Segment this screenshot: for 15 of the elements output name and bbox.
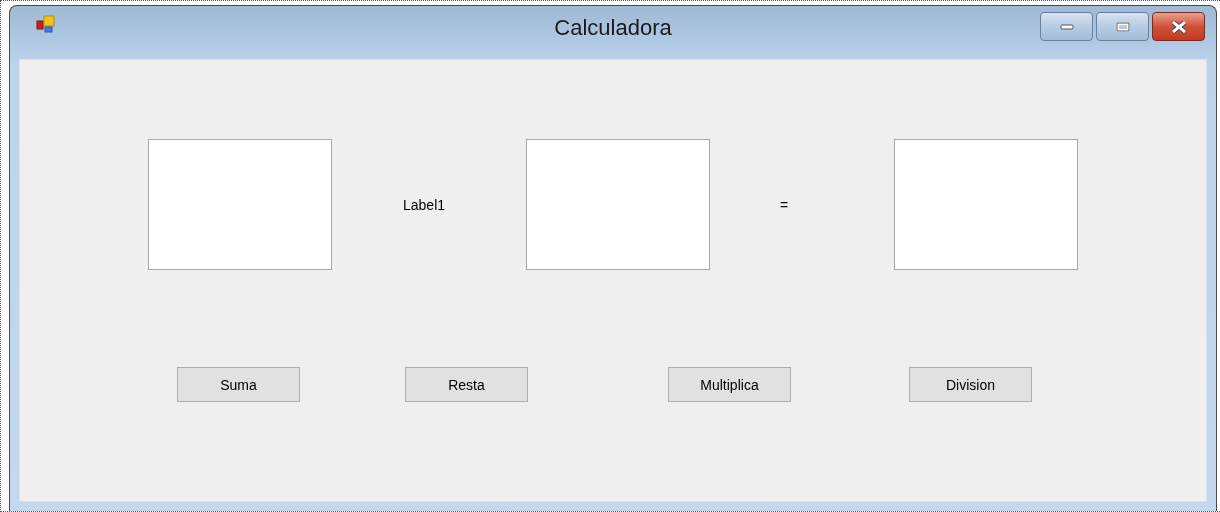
input-field[interactable] bbox=[526, 139, 711, 270]
operation-button[interactable]: Suma bbox=[177, 367, 300, 402]
minimize-button[interactable] bbox=[1040, 12, 1093, 41]
operator-label: Label1 bbox=[403, 196, 446, 213]
operation-button[interactable]: Resta bbox=[405, 367, 528, 402]
result-field[interactable] bbox=[894, 139, 1079, 270]
equals-label: = bbox=[780, 196, 789, 213]
input-field[interactable] bbox=[148, 139, 332, 270]
minimize-icon bbox=[1059, 23, 1074, 30]
close-icon bbox=[1170, 20, 1187, 33]
close-button[interactable] bbox=[1152, 12, 1205, 41]
operation-button[interactable]: Division bbox=[909, 367, 1032, 402]
maximize-icon bbox=[1115, 21, 1130, 32]
window-title: Calculadora bbox=[554, 15, 672, 41]
operation-button[interactable]: Multiplica bbox=[668, 367, 791, 402]
